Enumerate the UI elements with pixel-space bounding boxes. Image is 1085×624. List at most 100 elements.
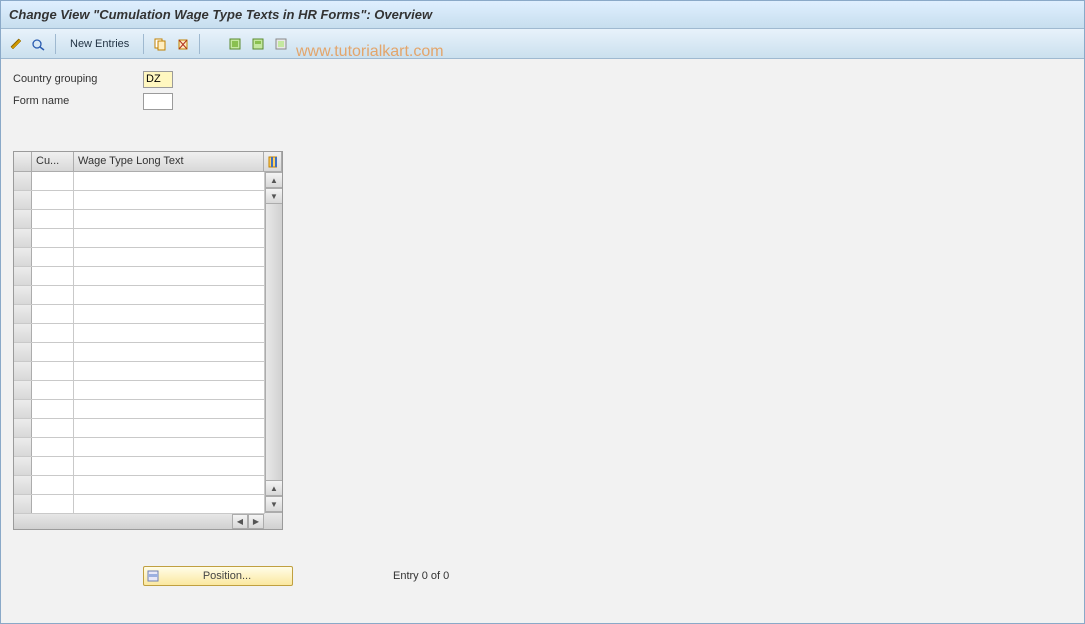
table-row[interactable] [14,495,265,514]
cell-wage-text[interactable] [74,343,265,361]
cell-cu[interactable] [32,191,74,209]
row-selector[interactable] [14,438,32,456]
cell-wage-text[interactable] [74,419,265,437]
scroll-up-icon[interactable]: ▲ [266,172,282,188]
row-selector[interactable] [14,172,32,190]
table-row[interactable] [14,229,265,248]
table-row[interactable] [14,172,265,191]
row-selector[interactable] [14,324,32,342]
country-grouping-label: Country grouping [13,73,143,85]
cell-cu[interactable] [32,495,74,513]
cell-cu[interactable] [32,286,74,304]
cell-cu[interactable] [32,248,74,266]
cell-wage-text[interactable] [74,172,265,190]
copy-icon[interactable] [149,33,171,55]
cell-cu[interactable] [32,476,74,494]
cell-wage-text[interactable] [74,381,265,399]
table-row[interactable] [14,419,265,438]
row-selector[interactable] [14,229,32,247]
cell-cu[interactable] [32,343,74,361]
position-button[interactable]: Position... [143,566,293,586]
cell-cu[interactable] [32,324,74,342]
scroll-down-icon[interactable]: ▼ [266,188,282,204]
form-name-input[interactable] [143,93,173,110]
cell-wage-text[interactable] [74,324,265,342]
cell-cu[interactable] [32,400,74,418]
select-block-icon[interactable] [247,33,269,55]
row-selector[interactable] [14,419,32,437]
table-row[interactable] [14,286,265,305]
table-row[interactable] [14,343,265,362]
change-toggle-icon[interactable] [5,33,27,55]
cell-wage-text[interactable] [74,305,265,323]
entry-count-text: Entry 0 of 0 [393,570,449,582]
delete-icon[interactable] [172,33,194,55]
cell-wage-text[interactable] [74,438,265,456]
table-row[interactable] [14,476,265,495]
cell-cu[interactable] [32,267,74,285]
row-selector[interactable] [14,457,32,475]
cell-wage-text[interactable] [74,362,265,380]
row-selector[interactable] [14,210,32,228]
cell-wage-text[interactable] [74,191,265,209]
row-selector[interactable] [14,400,32,418]
row-selector[interactable] [14,381,32,399]
table-row[interactable] [14,248,265,267]
cell-cu[interactable] [32,305,74,323]
cell-wage-text[interactable] [74,286,265,304]
cell-wage-text[interactable] [74,267,265,285]
deselect-all-icon[interactable] [270,33,292,55]
column-header-cu[interactable]: Cu... [32,152,74,171]
cell-cu[interactable] [32,229,74,247]
table-settings-icon[interactable] [264,152,282,171]
table-row[interactable] [14,267,265,286]
column-header-wage-text[interactable]: Wage Type Long Text [74,152,264,171]
table-row[interactable] [14,438,265,457]
cell-cu[interactable] [32,362,74,380]
table-row[interactable] [14,457,265,476]
new-entries-button[interactable]: New Entries [61,33,138,55]
cell-cu[interactable] [32,210,74,228]
scroll-left-icon[interactable]: ◀ [232,514,248,529]
row-selector[interactable] [14,495,32,513]
cell-wage-text[interactable] [74,248,265,266]
other-view-icon[interactable] [28,33,50,55]
cell-cu[interactable] [32,419,74,437]
select-all-icon[interactable] [224,33,246,55]
cell-wage-text[interactable] [74,476,265,494]
cell-cu[interactable] [32,381,74,399]
scroll-right-icon[interactable]: ▶ [248,514,264,529]
country-grouping-input[interactable] [143,71,173,88]
row-selector[interactable] [14,362,32,380]
cell-cu[interactable] [32,172,74,190]
cell-wage-text[interactable] [74,229,265,247]
vertical-scrollbar[interactable]: ▲ ▼ ▲ ▼ [265,172,282,512]
cell-wage-text[interactable] [74,495,265,513]
table-row[interactable] [14,362,265,381]
row-selector[interactable] [14,267,32,285]
row-selector[interactable] [14,248,32,266]
row-selector[interactable] [14,476,32,494]
row-selector[interactable] [14,286,32,304]
row-selector[interactable] [14,343,32,361]
cell-wage-text[interactable] [74,457,265,475]
table-row[interactable] [14,400,265,419]
scroll-down2-icon[interactable]: ▼ [266,496,282,512]
position-label: Position... [162,570,292,582]
table-row[interactable] [14,191,265,210]
cell-cu[interactable] [32,438,74,456]
table-row[interactable] [14,305,265,324]
horizontal-scrollbar[interactable]: ◀ ▶ [14,512,282,529]
cell-cu[interactable] [32,457,74,475]
cell-wage-text[interactable] [74,400,265,418]
row-selector[interactable] [14,191,32,209]
separator [55,34,56,54]
table-row[interactable] [14,210,265,229]
row-selector-header[interactable] [14,152,32,171]
cell-wage-text[interactable] [74,210,265,228]
scroll-up2-icon[interactable]: ▲ [266,480,282,496]
table-row[interactable] [14,381,265,400]
table-row[interactable] [14,324,265,343]
row-selector[interactable] [14,305,32,323]
table-body: ▲ ▼ ▲ ▼ [14,172,282,512]
